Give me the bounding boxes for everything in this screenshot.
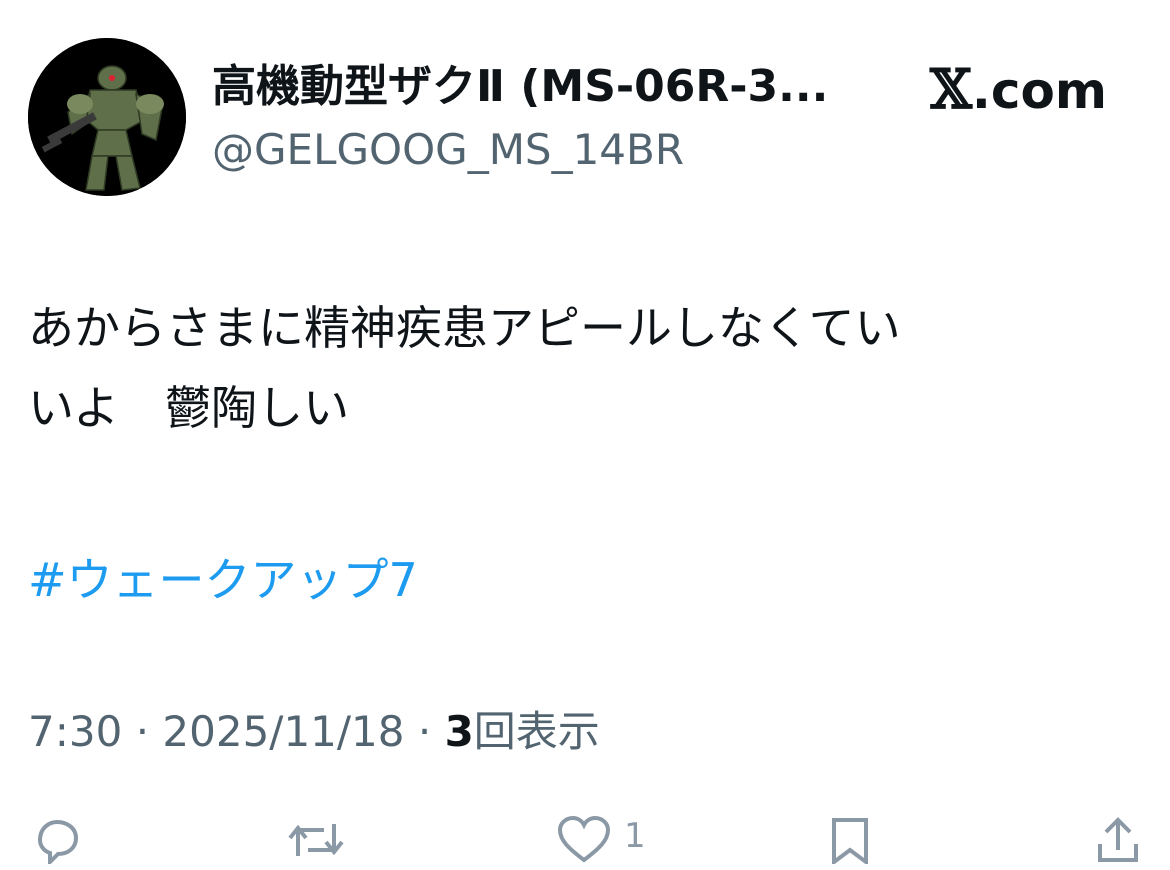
views-count: 3 xyxy=(444,707,474,756)
meta-separator: · xyxy=(135,707,150,756)
like-button[interactable]: 1 xyxy=(556,816,646,864)
meta-separator: · xyxy=(417,707,432,756)
tweet-date[interactable]: 2025/11/18 xyxy=(162,707,404,756)
retweet-icon xyxy=(288,824,344,856)
like-count: 1 xyxy=(624,816,646,856)
reply-button[interactable] xyxy=(30,816,84,864)
reply-icon xyxy=(37,819,79,864)
avatar[interactable] xyxy=(28,38,186,196)
bookmark-icon xyxy=(832,818,868,864)
bookmark-button[interactable] xyxy=(828,816,872,864)
x-logo-icon: 𝕏 xyxy=(930,57,972,121)
like-icon xyxy=(557,816,611,863)
author-handle[interactable]: @GELGOOG_MS_14BR xyxy=(212,122,684,178)
site-label: 𝕏 .com xyxy=(930,54,1107,126)
views-label: 回表示 xyxy=(473,707,600,756)
mobile-suit-avatar-icon xyxy=(28,38,186,196)
share-button[interactable] xyxy=(1096,816,1140,864)
site-domain-suffix: .com xyxy=(971,62,1107,120)
tweet-time[interactable]: 7:30 xyxy=(28,707,122,756)
action-bar: 1 xyxy=(0,810,1170,870)
hashtag-link[interactable]: #ウェークアップ7 xyxy=(28,542,418,618)
share-icon xyxy=(1098,817,1138,862)
tweet-text: あからさまに精神疾患アピールしなくてい いよ 鬱陶しい xyxy=(28,301,901,435)
retweet-button[interactable] xyxy=(286,816,346,864)
author-display-name[interactable]: 高機動型ザクⅡ (MS-06R-3... xyxy=(212,52,912,122)
tweet-meta: 7:30 · 2025/11/18 · 3回表示 xyxy=(28,700,600,764)
